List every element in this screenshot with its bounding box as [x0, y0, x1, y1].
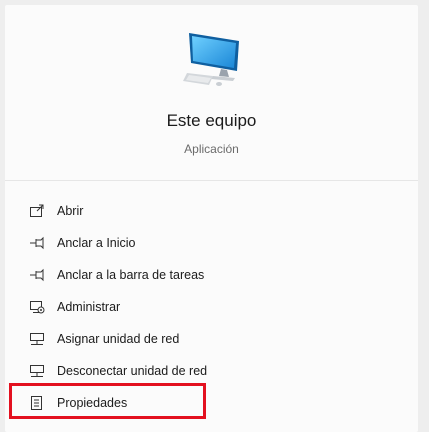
network-drive-icon: [28, 330, 46, 348]
menu-item-open[interactable]: Abrir: [5, 195, 418, 227]
menu-item-label: Desconectar unidad de red: [57, 364, 208, 378]
menu-item-label: Anclar a Inicio: [57, 236, 136, 250]
manage-icon: [28, 298, 46, 316]
context-panel: Este equipo Aplicación Abrir Anclar a In…: [5, 5, 418, 432]
open-icon: [28, 202, 46, 220]
app-header: Este equipo Aplicación: [5, 5, 418, 181]
app-title: Este equipo: [166, 111, 257, 130]
menu-item-label: Abrir: [57, 204, 84, 218]
network-drive-icon: [28, 362, 46, 380]
app-type: Aplicación: [184, 142, 239, 156]
menu-item-map-network-drive[interactable]: Asignar unidad de red: [5, 323, 418, 355]
menu-item-label: Anclar a la barra de tareas: [57, 268, 205, 282]
menu-item-pin-taskbar[interactable]: Anclar a la barra de tareas: [5, 259, 418, 291]
highlight-box: [9, 383, 206, 419]
pin-icon: [28, 266, 46, 284]
this-pc-icon: [183, 33, 239, 86]
menu-item-label: Asignar unidad de red: [57, 332, 180, 346]
menu-item-pin-start[interactable]: Anclar a Inicio: [5, 227, 418, 259]
menu-item-label: Administrar: [57, 300, 121, 314]
menu-item-manage[interactable]: Administrar: [5, 291, 418, 323]
pin-icon: [28, 234, 46, 252]
